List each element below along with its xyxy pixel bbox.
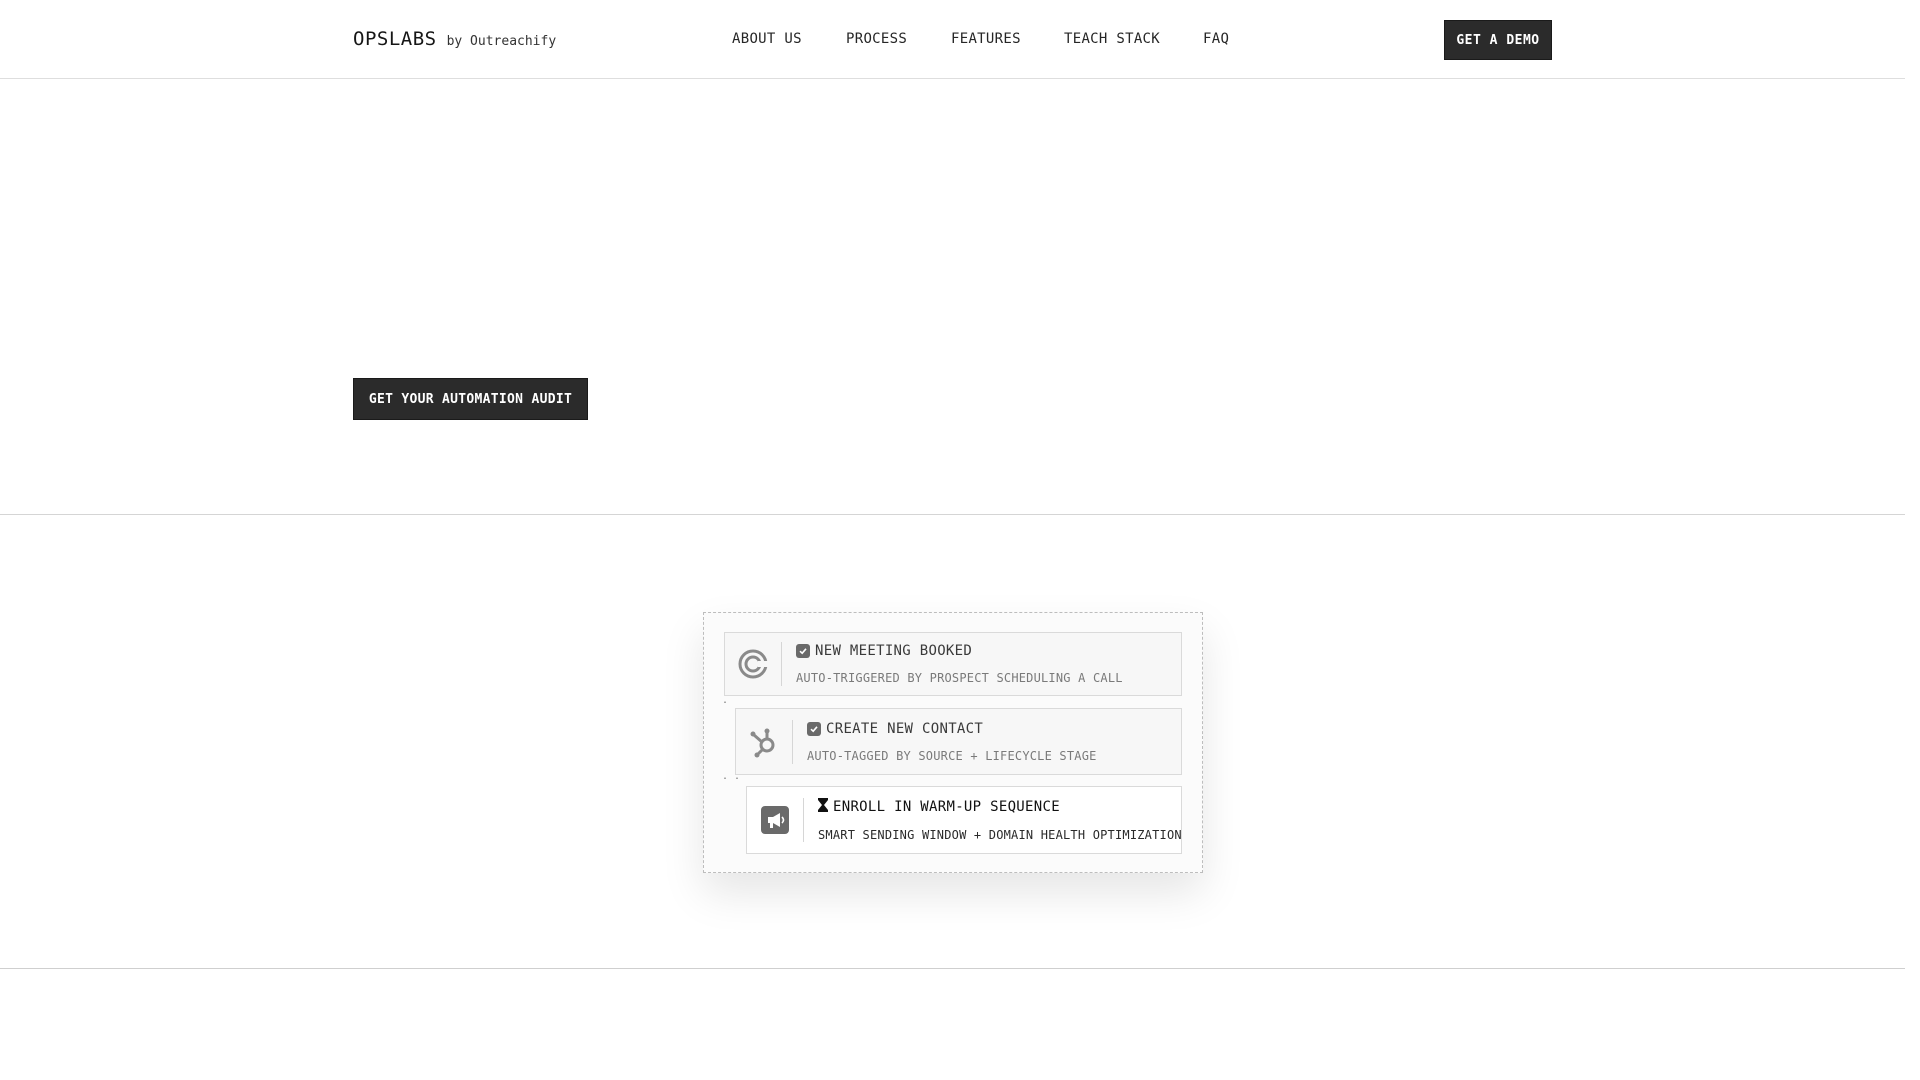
workflow-step-create-contact: CREATE NEW CONTACT AUTO-TAGGED BY SOURCE… bbox=[735, 708, 1182, 775]
step-subtitle: AUTO-TAGGED BY SOURCE + LIFECYCLE STAGE bbox=[807, 748, 1097, 763]
step-subtitle: AUTO-TRIGGERED BY PROSPECT SCHEDULING A … bbox=[796, 671, 1123, 685]
site-header: OPSLABS by Outreachify ABOUT US PROCESS … bbox=[0, 0, 1905, 79]
step-text: ENROLL IN WARM-UP SEQUENCE SMART SENDING… bbox=[804, 798, 1182, 842]
megaphone-icon bbox=[747, 787, 803, 853]
nav-process[interactable]: PROCESS bbox=[846, 31, 907, 47]
nav-about-us[interactable]: ABOUT US bbox=[732, 31, 802, 47]
nav-features[interactable]: FEATURES bbox=[951, 31, 1021, 47]
brand-logo[interactable]: OPSLABS by Outreachify bbox=[353, 28, 556, 50]
step-text: NEW MEETING BOOKED AUTO-TRIGGERED BY PRO… bbox=[782, 643, 1123, 685]
check-icon bbox=[807, 721, 821, 736]
hero-section: GET YOUR AUTOMATION AUDIT bbox=[0, 80, 1905, 515]
hubspot-icon bbox=[736, 709, 792, 774]
workflow-step-meeting-booked: NEW MEETING BOOKED AUTO-TRIGGERED BY PRO… bbox=[724, 632, 1182, 696]
get-demo-button[interactable]: GET A DEMO bbox=[1444, 20, 1552, 60]
connector-dots: .. bbox=[722, 771, 747, 782]
step-text: CREATE NEW CONTACT AUTO-TAGGED BY SOURCE… bbox=[793, 721, 1097, 763]
step-subtitle: SMART SENDING WINDOW + DOMAIN HEALTH OPT… bbox=[818, 828, 1182, 842]
step-title-label: NEW MEETING BOOKED bbox=[815, 643, 973, 659]
step-title: ENROLL IN WARM-UP SEQUENCE bbox=[818, 798, 1182, 816]
workflow-step-warmup-sequence: ENROLL IN WARM-UP SEQUENCE SMART SENDING… bbox=[746, 786, 1182, 854]
automation-audit-button[interactable]: GET YOUR AUTOMATION AUDIT bbox=[353, 378, 588, 420]
brand-name: OPSLABS bbox=[353, 28, 437, 50]
check-icon bbox=[796, 644, 810, 658]
workflow-section: NEW MEETING BOOKED AUTO-TRIGGERED BY PRO… bbox=[0, 516, 1905, 969]
step-title: NEW MEETING BOOKED bbox=[796, 643, 1123, 659]
workflow-panel: NEW MEETING BOOKED AUTO-TRIGGERED BY PRO… bbox=[703, 612, 1203, 873]
connector-dots: . bbox=[722, 695, 735, 706]
brand-tagline: by Outreachify bbox=[446, 34, 557, 49]
page: OPSLABS by Outreachify ABOUT US PROCESS … bbox=[0, 0, 1920, 1080]
calendly-icon bbox=[725, 633, 781, 695]
step-title-label: ENROLL IN WARM-UP SEQUENCE bbox=[833, 799, 1060, 815]
step-title: CREATE NEW CONTACT bbox=[807, 721, 1097, 737]
nav-faq[interactable]: FAQ bbox=[1203, 31, 1229, 47]
nav-tech-stack[interactable]: TEACH STACK bbox=[1064, 31, 1160, 47]
hourglass-icon bbox=[818, 798, 828, 816]
step-title-label: CREATE NEW CONTACT bbox=[826, 720, 984, 737]
